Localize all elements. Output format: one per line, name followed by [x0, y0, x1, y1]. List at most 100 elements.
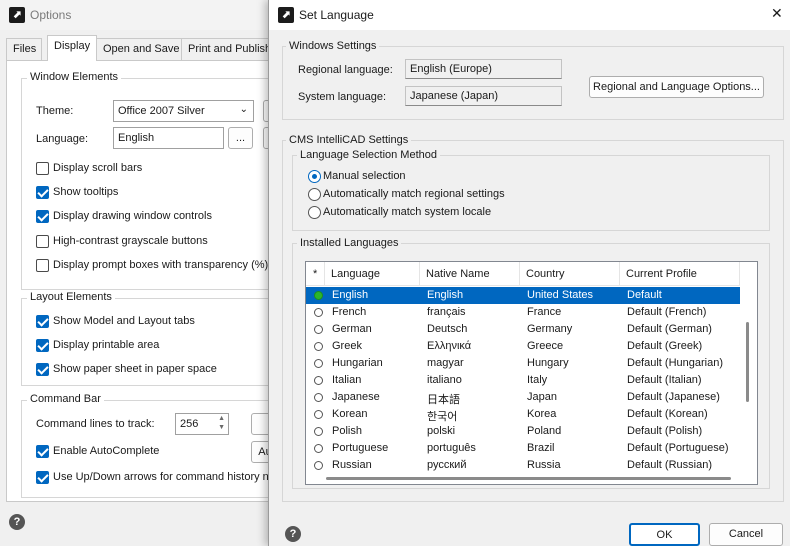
table-row[interactable]: Hungarian magyar Hungary Default (Hungarian… [306, 355, 740, 372]
radio-button[interactable] [308, 188, 321, 201]
radio-label: Automatically match system locale [323, 206, 492, 218]
cell-language: Italian [332, 374, 362, 386]
cell-country: Poland [527, 425, 562, 437]
tab-display[interactable]: Display [47, 35, 97, 61]
table-row[interactable]: Japanese 日本語 Japan Default (Japanese) [306, 389, 740, 406]
table-row[interactable]: Polish polski Poland Default (Polish) [306, 423, 740, 440]
cell-language: Japanese [332, 391, 380, 403]
languages-table[interactable]: * Language Native Name Country Current P… [305, 261, 758, 485]
radio-label: Manual selection [323, 170, 406, 182]
installed-languages-label: Installed Languages [297, 237, 402, 249]
cell-profile: Default (Greek) [627, 340, 703, 352]
cancel-button[interactable]: Cancel [709, 523, 783, 546]
checkbox[interactable] [36, 235, 49, 248]
checkbox[interactable] [36, 315, 49, 328]
cell-native: português [427, 442, 476, 454]
checkbox[interactable] [36, 363, 49, 376]
chevron-down-icon[interactable]: ▼ [218, 424, 225, 431]
checkbox[interactable] [36, 445, 49, 458]
window-elements-label: Window Elements [27, 71, 122, 83]
help-icon[interactable]: ? [285, 526, 301, 542]
method-label: Language Selection Method [297, 149, 440, 161]
check-label: Display printable area [53, 339, 160, 351]
set-language-dialog: ⬈ Set Language ✕ Windows Settings Region… [268, 0, 790, 546]
vertical-scroll-thumb[interactable] [746, 322, 749, 402]
table-row[interactable]: French français France Default (French) [306, 304, 740, 321]
cell-profile: Default (German) [627, 323, 712, 335]
column-header-current-profile[interactable]: Current Profile [620, 262, 740, 286]
inactive-language-icon [314, 325, 323, 334]
horizontal-scroll-thumb[interactable] [326, 477, 731, 480]
help-icon[interactable]: ? [9, 514, 25, 530]
tab-print-and-publish[interactable]: Print and Publish [181, 38, 276, 60]
checkbox[interactable] [36, 471, 49, 484]
cell-language: French [332, 306, 367, 318]
command-lines-value: 256 [180, 418, 199, 430]
column-header-active[interactable]: * [306, 262, 325, 286]
ok-button[interactable]: OK [629, 523, 700, 546]
inactive-language-icon [314, 376, 323, 385]
cell-country: Brazil [527, 442, 555, 454]
system-language-value: Japanese (Japan) [405, 86, 562, 106]
cell-country: Hungary [527, 357, 569, 369]
command-bar-label: Command Bar [27, 393, 104, 405]
inactive-language-icon [314, 444, 323, 453]
cell-native: magyar [427, 357, 464, 369]
theme-label: Theme: [36, 105, 74, 117]
cell-country: Russia [527, 459, 561, 471]
checkbox[interactable] [36, 186, 49, 199]
close-icon[interactable]: ✕ [771, 5, 783, 22]
table-row[interactable]: Italian italiano Italy Default (Italian) [306, 372, 740, 389]
language-browse-button[interactable]: ... [228, 127, 253, 149]
regional-language-label: Regional language: [298, 64, 393, 76]
cell-profile: Default (Portuguese) [627, 442, 729, 454]
check-label: Show Model and Layout tabs [53, 315, 195, 327]
cell-native: Ελληνικά [427, 340, 472, 352]
layout-elements-label: Layout Elements [27, 291, 115, 303]
app-icon: ⬈ [278, 7, 294, 23]
cell-language: German [332, 323, 372, 335]
check-label: High-contrast grayscale buttons [53, 235, 208, 247]
cell-country: Japan [527, 391, 557, 403]
table-row[interactable]: Portuguese português Brazil Default (Portug… [306, 440, 740, 457]
cell-country: Greece [527, 340, 564, 352]
regional-language-value: English (Europe) [405, 59, 562, 79]
table-row[interactable]: German Deutsch Germany Default (German) [306, 321, 740, 338]
language-value: English [118, 132, 155, 144]
column-header-language[interactable]: Language [325, 262, 420, 286]
cell-language: Polish [332, 425, 362, 437]
command-lines-stepper[interactable]: 256 ▲ ▼ [175, 413, 229, 435]
check-label: Display drawing window controls [53, 210, 212, 222]
dialog-title: Set Language [299, 8, 374, 22]
checkbox[interactable] [36, 162, 49, 175]
cell-country: Italy [527, 374, 548, 386]
tab-open-and-save[interactable]: Open and Save [96, 38, 182, 60]
cell-language: Russian [332, 459, 372, 471]
cell-native: 한국어 [427, 411, 458, 423]
cell-country: United States [527, 289, 594, 301]
cell-language: Greek [332, 340, 362, 352]
theme-select[interactable]: Office 2007 Silver ⌄ [113, 100, 254, 122]
windows-settings-label: Windows Settings [286, 40, 380, 52]
checkbox[interactable] [36, 210, 49, 223]
app-icon: ⬈ [9, 7, 25, 23]
check-label: Display prompt boxes with transparency (… [53, 259, 269, 271]
options-title: Options [30, 8, 72, 22]
inactive-language-icon [314, 342, 323, 351]
table-row[interactable]: English English United States Default [306, 287, 740, 304]
table-row[interactable]: Greek Ελληνικά Greece Default (Greek) [306, 338, 740, 355]
regional-language-options-button[interactable]: Regional and Language Options... [589, 76, 764, 98]
check-label: Display scroll bars [53, 162, 143, 174]
column-header-country[interactable]: Country [520, 262, 620, 286]
column-header-native-name[interactable]: Native Name [420, 262, 520, 286]
radio-button[interactable] [308, 206, 321, 219]
checkbox[interactable] [36, 339, 49, 352]
radio-button[interactable] [308, 170, 321, 183]
inactive-language-icon [314, 393, 323, 402]
cell-native: English [427, 289, 464, 301]
chevron-up-icon[interactable]: ▲ [218, 415, 225, 422]
table-row[interactable]: Korean 한국어 Korea Default (Korean) [306, 406, 740, 423]
checkbox[interactable] [36, 259, 49, 272]
options-titlebar: ⬈ Options [0, 0, 275, 30]
tab-files[interactable]: Files [6, 38, 42, 60]
